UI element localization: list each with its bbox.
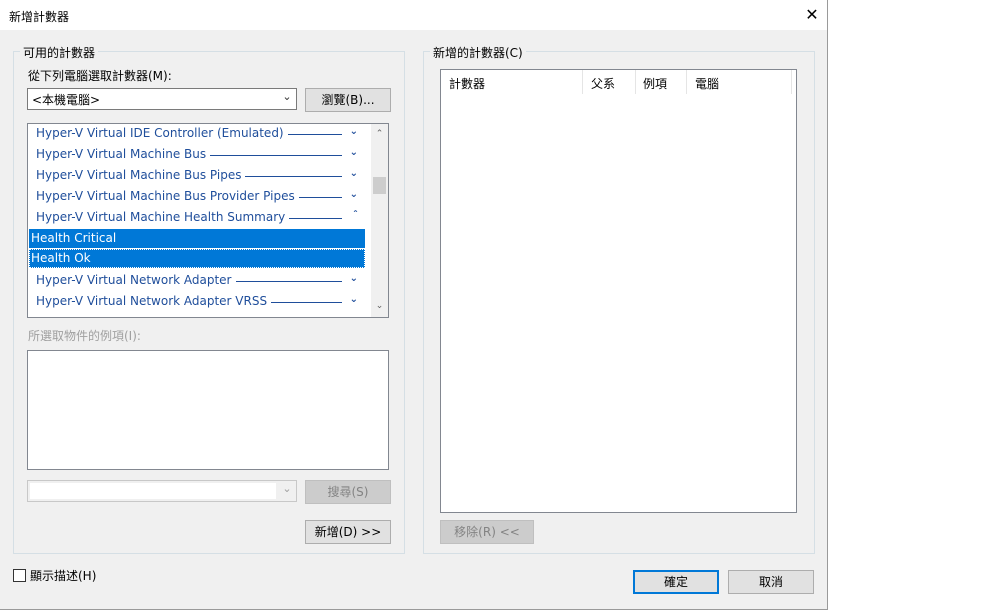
- scroll-up-icon[interactable]: ⌃: [371, 126, 388, 143]
- instances-listbox[interactable]: [27, 350, 389, 470]
- vertical-scrollbar[interactable]: ⌃ ⌄: [371, 124, 388, 317]
- object-label: Hyper-V Virtual Network Adapter VRSS: [36, 294, 272, 308]
- chevron-up-icon[interactable]: ˆ: [353, 210, 358, 221]
- cancel-button[interactable]: 取消: [728, 570, 814, 594]
- object-label: Hyper-V Virtual Machine Bus Pipes: [36, 168, 246, 182]
- computer-select-value: <本機電腦>: [32, 93, 101, 107]
- counters-listbox[interactable]: Hyper-V Virtual IDE Controller (Emulated…: [27, 123, 389, 318]
- show-description-checkbox[interactable]: [13, 569, 26, 582]
- column-header-computer[interactable]: 電腦: [687, 70, 792, 94]
- browse-button[interactable]: 瀏覽(B)...: [305, 88, 391, 112]
- chevron-down-icon[interactable]: ⌄: [350, 126, 358, 137]
- close-button[interactable]: ✕: [797, 0, 827, 30]
- add-counters-dialog: 新增計數器 ✕ 可用的計數器 從下列電腦選取計數器(M): <本機電腦> ⌄ 瀏…: [0, 0, 828, 610]
- object-item[interactable]: Hyper-V Virtual Machine Bus Pipes ⌄: [28, 166, 364, 187]
- column-header-parent[interactable]: 父系: [583, 70, 636, 94]
- scroll-thumb[interactable]: [373, 177, 386, 194]
- added-counters-list[interactable]: 計數器 父系 例項 電腦: [440, 69, 797, 513]
- search-select: ⌄: [27, 480, 297, 502]
- object-label: Hyper-V Virtual Machine Health Summary: [36, 210, 290, 224]
- object-item-expanded[interactable]: Hyper-V Virtual Machine Health Summary ˆ: [28, 208, 364, 229]
- object-item[interactable]: Hyper-V Virtual Machine Bus Provider Pip…: [28, 187, 364, 208]
- chevron-down-icon: ⌄: [282, 90, 292, 103]
- window-title: 新增計數器: [9, 10, 70, 24]
- search-button: 搜尋(S): [305, 480, 391, 504]
- instances-label: 所選取物件的例項(I):: [28, 329, 141, 343]
- counter-item-selected[interactable]: Health Critical: [29, 229, 365, 248]
- chevron-down-icon[interactable]: ⌄: [350, 294, 358, 305]
- object-item[interactable]: Hyper-V Virtual IDE Controller (Emulated…: [28, 124, 364, 145]
- object-item[interactable]: Hyper-V Virtual Network Adapter VRSS ⌄: [28, 292, 364, 313]
- chevron-down-icon[interactable]: ⌄: [350, 189, 358, 200]
- chevron-down-icon[interactable]: ⌄: [350, 147, 358, 158]
- available-counters-legend: 可用的計數器: [20, 44, 99, 61]
- chevron-down-icon[interactable]: ⌄: [350, 273, 358, 284]
- object-label: Hyper-V Virtual Machine Bus Provider Pip…: [36, 189, 299, 203]
- scroll-down-icon[interactable]: ⌄: [371, 298, 388, 315]
- object-label: Hyper-V Virtual Machine Bus: [36, 147, 211, 161]
- add-button[interactable]: 新增(D) >>: [305, 520, 391, 544]
- remove-button: 移除(R) <<: [440, 520, 534, 544]
- chevron-down-icon[interactable]: ⌄: [350, 168, 358, 179]
- object-item[interactable]: Hyper-V Virtual Machine Bus ⌄: [28, 145, 364, 166]
- object-label: Hyper-V Virtual Network Adapter: [36, 273, 236, 287]
- object-item[interactable]: Hyper-V Virtual Network Adapter ⌄: [28, 271, 364, 292]
- column-header-counter[interactable]: 計數器: [441, 70, 583, 94]
- object-label: Hyper-V Virtual IDE Controller (Emulated…: [36, 126, 288, 140]
- computer-select[interactable]: <本機電腦> ⌄: [27, 88, 297, 110]
- computer-label: 從下列電腦選取計數器(M):: [28, 69, 172, 83]
- counter-label: Health Critical: [31, 231, 117, 245]
- counter-label: Health Ok: [31, 251, 91, 265]
- title-bar: 新增計數器 ✕: [0, 0, 827, 30]
- column-header-instance[interactable]: 例項: [635, 70, 687, 94]
- ok-button[interactable]: 確定: [633, 570, 719, 594]
- added-counters-legend: 新增的計數器(C): [430, 44, 526, 61]
- counter-item-selected[interactable]: Health Ok: [29, 249, 365, 268]
- chevron-down-icon: ⌄: [282, 482, 292, 495]
- show-description-label[interactable]: 顯示描述(H): [30, 567, 96, 584]
